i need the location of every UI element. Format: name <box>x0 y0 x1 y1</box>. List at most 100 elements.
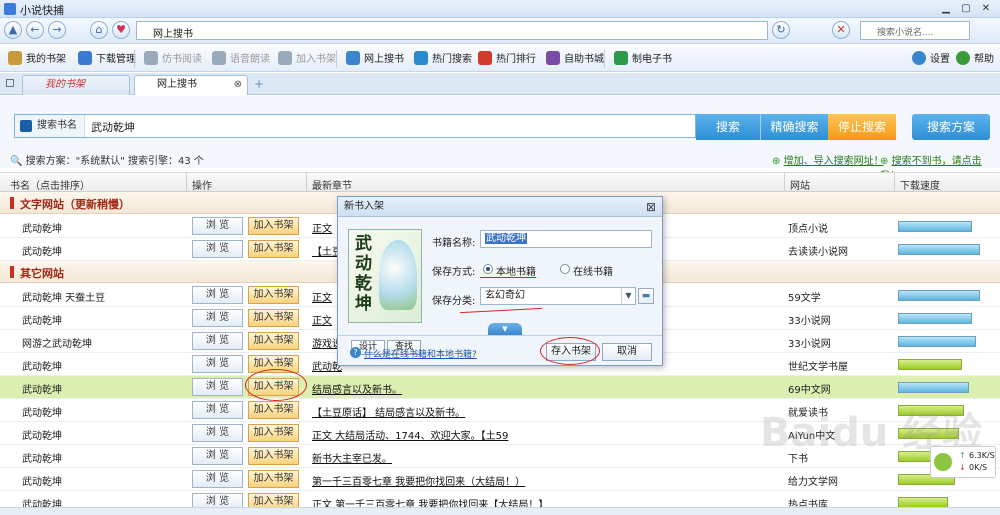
latest-chapter-link[interactable]: 新书大主宰已发。 <box>312 450 782 465</box>
toolbar-hot-search-button[interactable]: 热门搜索 <box>414 51 472 67</box>
voice-reading-icon <box>212 51 226 65</box>
forward-button[interactable]: → <box>48 21 66 39</box>
top-search-input[interactable]: 搜索小说名.... <box>860 21 970 40</box>
folder-icon[interactable]: ▬ <box>638 288 654 304</box>
favorite-icon[interactable]: ♥ <box>112 21 130 39</box>
dialog-close-icon[interactable]: ⊠ <box>646 200 656 214</box>
toolbar-online-search-button[interactable]: 网上搜书 <box>346 51 404 67</box>
help-link[interactable]: 什么是在线书籍和本地书籍? <box>364 347 477 360</box>
browse-button[interactable]: 浏 览 <box>192 309 243 327</box>
tab-online-search[interactable]: 网上搜书 ⊗ <box>134 75 248 95</box>
local-book-radio[interactable] <box>483 264 493 274</box>
exact-search-button[interactable]: 精确搜索 <box>760 114 828 140</box>
add-to-shelf-button[interactable]: 加入书架 <box>248 309 299 327</box>
tab-label: 网上搜书 <box>157 79 197 90</box>
stop-search-button[interactable]: 停止搜索 <box>828 114 896 140</box>
download-speed: 0K/S <box>969 463 988 472</box>
browse-button[interactable]: 浏 览 <box>192 470 243 488</box>
add-to-shelf-icon <box>278 51 292 65</box>
add-to-shelf-button[interactable]: 加入书架 <box>248 332 299 350</box>
category-value: 玄幻奇幻 <box>485 290 525 301</box>
latest-chapter-link[interactable]: 正文 大结局活动、1744、欢迎大家。【土59 <box>312 427 782 442</box>
toolbar-make-ebook-button[interactable]: 制电子书 <box>614 51 672 67</box>
toolbar-my-bookshelf-button[interactable]: 我的书架 <box>8 51 66 67</box>
site-name: 33小说网 <box>788 339 831 350</box>
col-header-speed[interactable]: 下载速度 <box>900 177 940 192</box>
settings-button[interactable]: 设置 <box>912 51 950 67</box>
online-book-label[interactable]: 在线书籍 <box>573 263 613 278</box>
browse-button[interactable]: 浏 览 <box>192 424 243 442</box>
latest-chapter-link[interactable]: 结局感言以及新书。 <box>312 381 782 396</box>
toolbar-add-to-shelf-button[interactable]: 加入书架 <box>278 51 336 67</box>
add-to-shelf-button[interactable]: 加入书架 <box>248 424 299 442</box>
browse-button[interactable]: 浏 览 <box>192 401 243 419</box>
search-input[interactable]: 武动乾坤 <box>91 119 135 135</box>
latest-chapter-link[interactable]: 【土豆原话】 结局感言以及新书。 <box>312 404 782 419</box>
minimize-button[interactable]: ▁ <box>940 3 952 15</box>
browse-button[interactable]: 浏 览 <box>192 378 243 396</box>
add-to-shelf-button[interactable]: 加入书架 <box>248 217 299 235</box>
browse-button[interactable]: 浏 览 <box>192 217 243 235</box>
col-header-name[interactable]: 书名（点击排序） <box>10 177 90 192</box>
browse-button[interactable]: 浏 览 <box>192 286 243 304</box>
tab-my-bookshelf[interactable]: 我的书架 <box>22 75 130 95</box>
latest-chapter-link[interactable]: 第一千三百零七章 我要把你找回来（大结局！） <box>312 473 782 488</box>
speed-bar <box>898 244 980 255</box>
close-button[interactable]: ✕ <box>980 3 992 15</box>
search-plan-button[interactable]: 搜索方案 <box>912 114 990 140</box>
toolbar-hot-ranking-button[interactable]: 热门排行 <box>478 51 536 67</box>
browse-button[interactable]: 浏 览 <box>192 355 243 373</box>
group-title: 其它网站 <box>20 267 64 280</box>
add-to-shelf-button[interactable]: 加入书架 <box>248 286 299 304</box>
add-site-link[interactable]: ⊕ 增加、导入搜索网址！ <box>772 152 884 167</box>
maximize-button[interactable]: ▢ <box>960 3 972 15</box>
add-to-shelf-button[interactable]: 加入书架 <box>248 240 299 258</box>
home-up-icon[interactable]: ▲ <box>4 21 22 39</box>
imitation-reading-icon <box>144 51 158 65</box>
download-manager-icon <box>78 51 92 65</box>
toolbar-voice-reading-button[interactable]: 语音朗读 <box>212 51 270 67</box>
add-book-dialog: 新书入架 ⊠ 武动乾坤 设计 查找 书籍名称: 武动乾坤 保存方式: 本地书籍 … <box>337 196 663 366</box>
category-select[interactable]: 玄幻奇幻 ▼ <box>480 287 636 305</box>
col-header-chapter[interactable]: 最新章节 <box>312 177 352 192</box>
toolbar-self-service-store-button[interactable]: 自助书城 <box>546 51 604 67</box>
group-marker <box>10 197 14 209</box>
back-button[interactable]: ← <box>26 21 44 39</box>
stop-icon[interactable]: ✕ <box>832 21 850 39</box>
refresh-icon[interactable]: ↻ <box>772 21 790 39</box>
search-box[interactable]: 搜索书名 武动乾坤 <box>14 114 696 138</box>
add-to-shelf-button[interactable]: 加入书架 <box>248 447 299 465</box>
browse-button[interactable]: 浏 览 <box>192 240 243 258</box>
search-label-text: 搜索书名 <box>37 120 77 131</box>
app-icon <box>4 3 16 15</box>
add-to-shelf-button[interactable]: 加入书架 <box>248 470 299 488</box>
new-tab-button[interactable]: + <box>254 77 264 91</box>
home-icon[interactable]: ⌂ <box>90 21 108 39</box>
book-name: 武动乾坤 <box>22 224 62 235</box>
add-to-shelf-button[interactable]: 加入书架 <box>248 401 299 419</box>
online-book-radio[interactable] <box>560 264 570 274</box>
browse-button[interactable]: 浏 览 <box>192 447 243 465</box>
toolbar-download-manager-button[interactable]: 下载管理 <box>78 51 136 67</box>
address-bar[interactable]: 网上搜书 <box>136 21 768 40</box>
group-title: 文字网站（更新稍慢） <box>20 198 130 211</box>
book-name-input[interactable]: 武动乾坤 <box>480 230 652 248</box>
local-book-label[interactable]: 本地书籍 <box>496 263 536 278</box>
table-row[interactable]: 武动乾坤 浏 览加入书架 第一千三百零七章 我要把你找回来（大结局！） 给力文学网 <box>0 468 1000 491</box>
table-row[interactable]: 武动乾坤浏 览加入书架 结局感言以及新书。 69中文网 <box>0 376 1000 399</box>
tab-list-icon[interactable] <box>6 79 14 87</box>
help-button[interactable]: 帮助 <box>956 51 994 67</box>
col-header-site[interactable]: 网站 <box>790 177 810 192</box>
tab-close-icon[interactable]: ⊗ <box>234 76 242 94</box>
browse-button[interactable]: 浏 览 <box>192 332 243 350</box>
expand-toggle[interactable]: ▼ <box>488 323 522 335</box>
toolbar-label: 下载管理 <box>96 54 136 65</box>
dialog-divider <box>338 335 662 336</box>
cancel-button[interactable]: 取消 <box>602 343 652 361</box>
speed-bar <box>898 336 976 347</box>
search-button[interactable]: 搜索 <box>696 114 760 140</box>
toolbar-imitation-reading-button[interactable]: 仿书阅读 <box>144 51 202 67</box>
hot-search-icon <box>414 51 428 65</box>
book-name: 武动乾坤 <box>22 362 62 373</box>
toolbar-separator <box>134 50 135 68</box>
